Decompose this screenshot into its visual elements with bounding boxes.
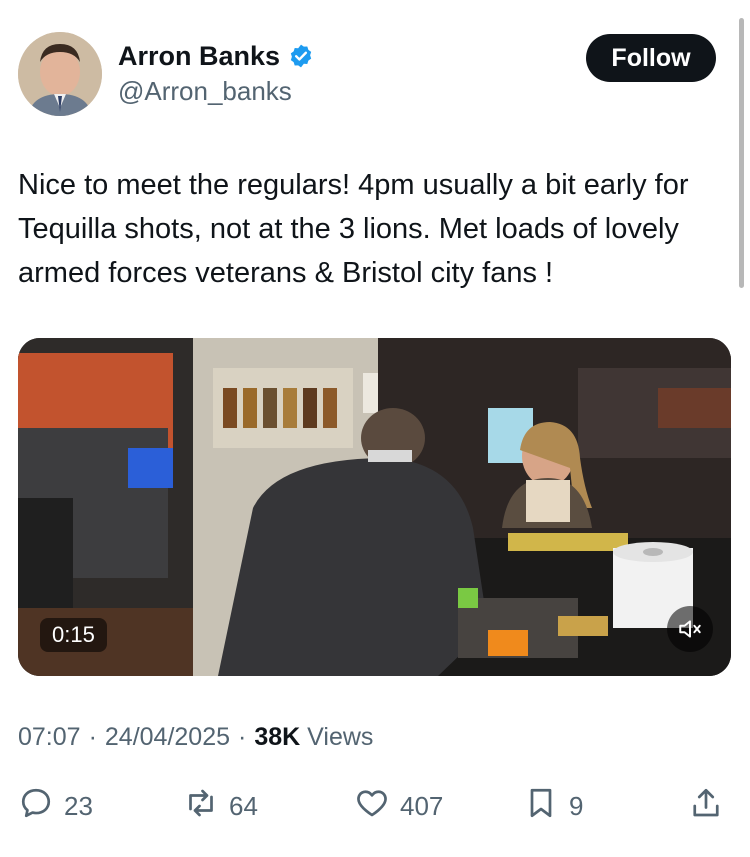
- tweet-meta: 07:07 · 24/04/2025 · 38K Views: [18, 723, 373, 752]
- avatar[interactable]: [18, 32, 102, 116]
- bookmark-button[interactable]: 9: [523, 781, 583, 831]
- like-count: 407: [400, 790, 444, 821]
- video-frame: [18, 338, 731, 676]
- reply-icon: [18, 785, 54, 828]
- follow-button[interactable]: Follow: [586, 34, 716, 82]
- action-bar: 23 64 407 9: [18, 781, 730, 831]
- repost-icon: [183, 785, 219, 828]
- share-button[interactable]: [688, 781, 724, 831]
- heart-icon: [354, 785, 390, 828]
- views-label: Views: [307, 723, 374, 751]
- scrollbar[interactable]: [739, 18, 744, 288]
- user-handle[interactable]: @Arron_banks: [118, 75, 314, 107]
- reply-count: 23: [64, 790, 93, 821]
- tweet-header: Arron Banks @Arron_banks Follow: [18, 30, 718, 120]
- views-count: 38K: [254, 723, 301, 751]
- meta-separator: ·: [88, 723, 97, 751]
- speaker-muted-icon: [677, 616, 703, 642]
- meta-separator: ·: [238, 723, 247, 751]
- display-name-text[interactable]: Arron Banks: [118, 40, 280, 72]
- display-name[interactable]: Arron Banks: [118, 40, 314, 72]
- repost-button[interactable]: 64: [183, 781, 258, 831]
- repost-count: 64: [229, 790, 258, 821]
- share-icon: [688, 785, 724, 828]
- video-duration: 0:15: [40, 618, 107, 652]
- tweet-text: Nice to meet the regulars! 4pm usually a…: [18, 169, 689, 289]
- bookmark-count: 9: [569, 790, 584, 821]
- like-button[interactable]: 407: [354, 781, 443, 831]
- mute-button[interactable]: [667, 606, 713, 652]
- bookmark-icon: [523, 785, 559, 828]
- tweet-date[interactable]: 24/04/2025: [105, 723, 230, 752]
- tweet-time[interactable]: 07:07: [18, 723, 81, 752]
- video-player[interactable]: 0:15: [18, 338, 731, 676]
- verified-badge-icon: [288, 43, 314, 69]
- reply-button[interactable]: 23: [18, 781, 93, 831]
